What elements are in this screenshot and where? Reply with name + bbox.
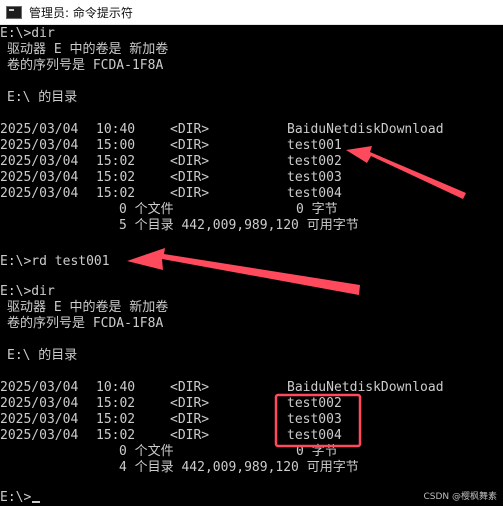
text-cursor: [32, 501, 41, 503]
entry-type: <DIR>: [170, 170, 210, 185]
entry-type: <DIR>: [170, 138, 210, 153]
dirs-summary: 4 个目录 442,009,989,120 可用字节: [119, 460, 359, 475]
files-bytes: 0 字节: [296, 202, 338, 217]
entry-type: <DIR>: [170, 396, 210, 411]
entry-time: 15:02: [96, 170, 136, 185]
files-count: 0 个文件: [119, 202, 174, 217]
volume-serial-line: 卷的序列号是 FCDA-1F8A: [7, 316, 164, 331]
console-output[interactable]: E:\>dir 驱动器 E 中的卷是 新加卷 卷的序列号是 FCDA-1F8A …: [0, 26, 503, 506]
command-prompt-line: E:\>dir: [0, 284, 55, 299]
entry-time: 15:02: [96, 428, 136, 443]
entry-type: <DIR>: [170, 186, 210, 201]
files-summary-row: 0 个文件 0 字节: [0, 444, 503, 460]
dir-entry-row: 2025/03/04 15:02 <DIR> test004: [0, 186, 503, 202]
entry-name: test004: [287, 186, 342, 201]
volume-serial-line: 卷的序列号是 FCDA-1F8A: [7, 58, 164, 73]
dir-entry-row: 2025/03/04 15:00 <DIR> test001: [0, 138, 503, 154]
volume-label-line: 驱动器 E 中的卷是 新加卷: [7, 42, 169, 57]
dir-entry-row: 2025/03/04 15:02 <DIR> test002: [0, 396, 503, 412]
entry-time: 15:00: [96, 138, 136, 153]
entry-name: test003: [287, 412, 342, 427]
final-prompt: E:\>: [0, 490, 32, 505]
dir-entry-row: 2025/03/04 15:02 <DIR> test003: [0, 412, 503, 428]
rd-command-line: E:\>rd test001: [0, 254, 110, 269]
final-prompt-line: E:\>: [0, 490, 41, 506]
entry-date: 2025/03/04: [0, 154, 79, 169]
dir-entry-row: 2025/03/04 15:02 <DIR> test002: [0, 154, 503, 170]
entry-name: test001: [287, 138, 342, 153]
entry-type: <DIR>: [170, 380, 210, 395]
directory-of-line: E:\ 的目录: [7, 90, 78, 105]
dir-entry-row: 2025/03/04 10:40 <DIR> BaiduNetdiskDownl…: [0, 380, 503, 396]
entry-type: <DIR>: [170, 154, 210, 169]
files-summary-row: 0 个文件 0 字节: [0, 202, 503, 218]
dir-entry-row: 2025/03/04 15:02 <DIR> test004: [0, 428, 503, 444]
cmd-icon: [6, 5, 22, 19]
entry-time: 15:02: [96, 186, 136, 201]
entry-date: 2025/03/04: [0, 122, 79, 137]
command-prompt-line: E:\>dir: [0, 26, 55, 41]
entry-name: test003: [287, 170, 342, 185]
watermark: CSDN @樱枫舞素: [423, 492, 497, 502]
entry-date: 2025/03/04: [0, 186, 79, 201]
entry-date: 2025/03/04: [0, 380, 79, 395]
entry-date: 2025/03/04: [0, 170, 79, 185]
entry-time: 15:02: [96, 154, 136, 169]
window-titlebar: 管理员: 命令提示符: [0, 0, 503, 25]
entry-name: BaiduNetdiskDownload: [287, 122, 444, 137]
entry-name: test002: [287, 154, 342, 169]
dirs-summary: 5 个目录 442,009,989,120 可用字节: [119, 218, 359, 233]
entry-time: 15:02: [96, 396, 136, 411]
entry-name: BaiduNetdiskDownload: [287, 380, 444, 395]
entry-name: test004: [287, 428, 342, 443]
entry-date: 2025/03/04: [0, 428, 79, 443]
entry-time: 10:40: [96, 122, 136, 137]
dir-entry-row: 2025/03/04 15:02 <DIR> test003: [0, 170, 503, 186]
entry-type: <DIR>: [170, 428, 210, 443]
entry-date: 2025/03/04: [0, 412, 79, 427]
entry-type: <DIR>: [170, 122, 210, 137]
entry-name: test002: [287, 396, 342, 411]
entry-time: 15:02: [96, 412, 136, 427]
entry-date: 2025/03/04: [0, 138, 79, 153]
entry-type: <DIR>: [170, 412, 210, 427]
files-bytes: 0 字节: [296, 444, 338, 459]
entry-date: 2025/03/04: [0, 396, 79, 411]
dir-entry-row: 2025/03/04 10:40 <DIR> BaiduNetdiskDownl…: [0, 122, 503, 138]
files-count: 0 个文件: [119, 444, 174, 459]
window-title: 管理员: 命令提示符: [29, 5, 133, 20]
directory-of-line: E:\ 的目录: [7, 348, 78, 363]
volume-label-line: 驱动器 E 中的卷是 新加卷: [7, 300, 169, 315]
entry-time: 10:40: [96, 380, 136, 395]
